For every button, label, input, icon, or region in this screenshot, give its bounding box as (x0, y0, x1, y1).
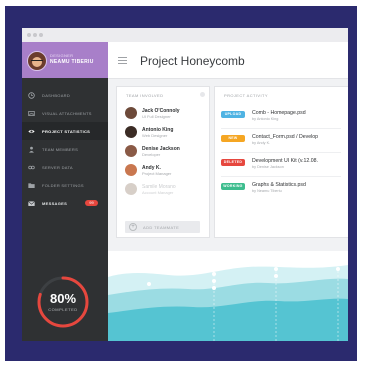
envelope-icon (28, 201, 35, 206)
main-content: Project Honeycomb TEAM INVOLVED Jack O'C… (108, 42, 348, 341)
eye-icon (28, 129, 35, 134)
sidebar-item-label: FOLDER SETTINGS (42, 183, 84, 188)
activity-item[interactable]: DELETED Development UI Kit (v.12.08. by … (221, 155, 341, 177)
activity-author: by Denise Jackson (252, 165, 284, 169)
member-role: UI Full Designer (142, 114, 171, 119)
avatar (125, 107, 137, 119)
add-teammate-label: ADD TEAMMATE (143, 225, 180, 230)
sidebar-item-label: SERVER DATA (42, 165, 73, 170)
person-icon (29, 146, 34, 153)
member-role: Account Manager (142, 190, 174, 195)
member-role: Web Designer (142, 133, 168, 138)
sidebar-item-label: MESSAGES (42, 201, 68, 206)
team-card: TEAM INVOLVED Jack O'Connoly UI Full Des… (116, 86, 210, 238)
clock-icon (28, 92, 35, 99)
page-title: Project Honeycomb (140, 54, 245, 68)
completion-progress: 80% COMPLETED (35, 274, 91, 330)
image-frame: DESIGNER NEAMU TIBERIU DASHBOARD VISUAL … (5, 6, 357, 361)
team-card-title: TEAM INVOLVED (126, 93, 164, 98)
user-name: NEAMU TIBERIU (50, 59, 94, 65)
activity-text: Comb - Homepage.psd (252, 110, 306, 116)
user-role: DESIGNER (50, 53, 74, 58)
activity-item[interactable]: UPLOAD Comb - Homepage.psd by Antonio Ki… (221, 107, 341, 129)
team-member[interactable]: Andy K. Project Manager (125, 164, 195, 180)
activity-text: Development UI Kit (v.12.08. (252, 158, 318, 164)
progress-caption: COMPLETED (48, 307, 78, 312)
sidebar-item-folder-settings[interactable]: FOLDER SETTINGS (22, 176, 108, 194)
window-dot-maximize[interactable] (39, 33, 43, 37)
chart-point[interactable] (212, 272, 216, 276)
activity-author: by Antonio King (252, 117, 279, 121)
sidebar-item-project-statistics[interactable]: PROJECT STATISTICS (22, 122, 108, 140)
sidebar-item-team-members[interactable]: TEAM MEMBERS (22, 140, 108, 158)
user-profile[interactable]: DESIGNER NEAMU TIBERIU (22, 42, 108, 78)
image-icon (28, 111, 35, 116)
plus-icon: + (129, 223, 137, 231)
top-bar: Project Honeycomb (108, 42, 348, 79)
activity-author: by Neamu Tiberiu (252, 189, 282, 193)
sidebar-item-messages[interactable]: MESSAGES 99 (22, 194, 108, 212)
window-dot-minimize[interactable] (33, 33, 37, 37)
status-badge: DELETED (221, 159, 245, 166)
app-window: DESIGNER NEAMU TIBERIU DASHBOARD VISUAL … (22, 28, 348, 341)
chart-point[interactable] (212, 286, 216, 290)
avatar (125, 145, 137, 157)
avatar (125, 126, 137, 138)
activity-text: Contact_Form.psd / Develop (252, 134, 319, 140)
activity-author: by Andy K. (252, 141, 271, 145)
status-badge: UPLOAD (221, 111, 245, 118)
add-teammate-button[interactable]: + ADD TEAMMATE (125, 221, 200, 233)
messages-count-badge: 99 (85, 200, 98, 206)
activity-item[interactable]: WORKING Graphs & Statistics.psd by Neamu… (221, 179, 341, 201)
status-badge: NEW (221, 135, 245, 142)
avatar (27, 51, 47, 71)
sidebar-item-label: DASHBOARD (42, 93, 71, 98)
sidebar-item-label: PROJECT STATISTICS (42, 129, 91, 134)
team-member[interactable]: Samile Morano Account Manager (125, 183, 195, 199)
chart-point[interactable] (336, 260, 340, 264)
activity-card-title: PROJECT ACTIVITY (224, 93, 268, 98)
sidebar-item-server-data[interactable]: SERVER DATA (22, 158, 108, 176)
activity-text: Graphs & Statistics.psd (252, 182, 306, 188)
window-dot-close[interactable] (27, 33, 31, 37)
sidebar: DESIGNER NEAMU TIBERIU DASHBOARD VISUAL … (22, 42, 108, 341)
chart-point[interactable] (274, 274, 278, 278)
sidebar-item-label: VISUAL ATTACHMENTS (42, 111, 92, 116)
chart-point[interactable] (212, 279, 216, 283)
activity-card: PROJECT ACTIVITY UPLOAD Comb - Homepage.… (214, 86, 348, 238)
team-member[interactable]: Jack O'Connoly UI Full Designer (125, 107, 195, 123)
folder-icon (28, 183, 35, 188)
team-member[interactable]: Antonio King Web Designer (125, 126, 195, 142)
chart-point[interactable] (274, 267, 278, 271)
status-badge: WORKING (221, 183, 245, 190)
chart-point[interactable] (147, 282, 151, 286)
statistics-area-chart (108, 251, 348, 341)
avatar (125, 164, 137, 176)
sidebar-item-visual-attachments[interactable]: VISUAL ATTACHMENTS (22, 104, 108, 122)
avatar (125, 183, 137, 195)
card-options-icon[interactable] (200, 92, 205, 97)
team-member[interactable]: Denise Jackson Developer (125, 145, 195, 161)
window-titlebar (22, 28, 348, 42)
chart-point[interactable] (336, 267, 340, 271)
member-role: Project Manager (142, 171, 172, 176)
progress-percent: 80% (49, 291, 77, 306)
link-icon (28, 165, 35, 170)
menu-icon[interactable] (118, 57, 127, 64)
activity-item[interactable]: NEW Contact_Form.psd / Develop by Andy K… (221, 131, 341, 153)
chart-point[interactable] (274, 260, 278, 264)
member-role: Developer (142, 152, 161, 157)
sidebar-item-dashboard[interactable]: DASHBOARD (22, 86, 108, 104)
sidebar-item-label: TEAM MEMBERS (42, 147, 79, 152)
